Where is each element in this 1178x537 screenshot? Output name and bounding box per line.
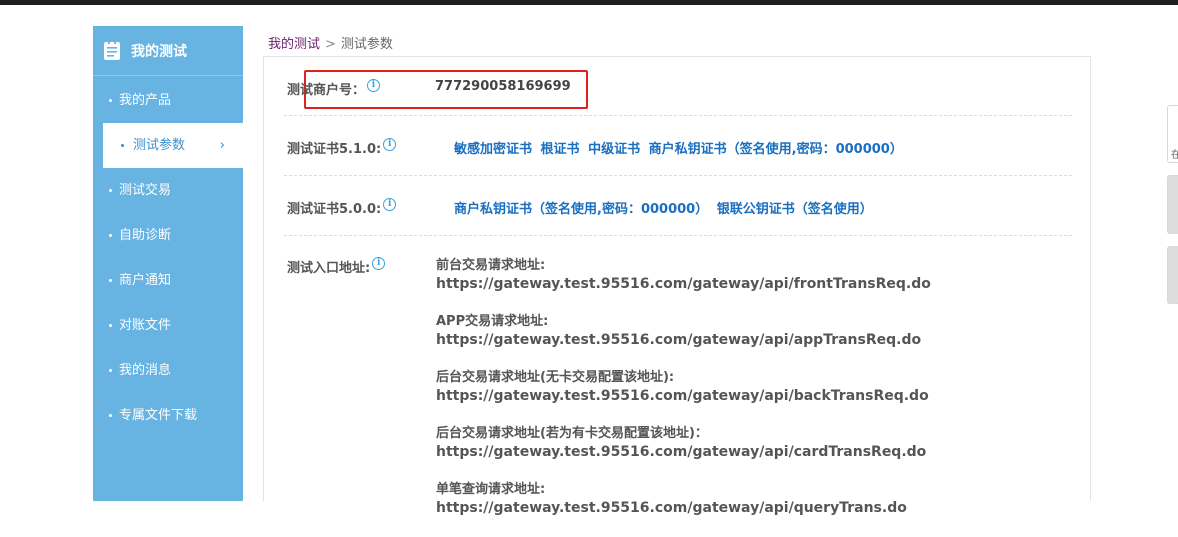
entry-label-wrap: 测试入口地址: i [287,257,386,276]
cert500-links: 商户私钥证书（签名使用,密码：000000） 银联公钥证书（签名使用） [454,198,877,217]
unionpay-public-key-cert-link[interactable]: 银联公钥证书（签名使用） [717,202,873,217]
document-icon [103,40,121,61]
divider [284,235,1072,236]
widget-label: 在 [1171,150,1178,161]
sidebar-title: 我的测试 [131,43,187,60]
sidebar-header[interactable]: 我的测试 [93,26,243,76]
sidebar-item-label: 自助诊断 [119,228,172,243]
url-title: 单笔查询请求地址: [436,482,546,497]
sidebar-item-test-params[interactable]: 测试参数 › [103,123,243,168]
url-address: https://gateway.test.95516.com/gateway/a… [436,444,927,460]
params-panel: 测试商户号： i 777290058169699 测试证书5.1.0: i 敏感加密… [263,56,1091,516]
sidebar-item-test-transaction[interactable]: 测试交易 [93,168,243,213]
sidebar-item-label: 我的消息 [119,363,172,378]
cert510-links: 敏感加密证书 根证书 中级证书 商户私钥证书（签名使用,密码：000000） [454,138,907,157]
url-item: 后台交易请求地址(若为有卡交易配置该地址)： https://gateway.t… [436,425,1056,462]
sidebar-item-label: 专属文件下载 [119,408,198,423]
divider [284,175,1072,176]
floating-widget[interactable] [1167,246,1178,304]
bullet-icon [109,279,112,282]
url-item: APP交易请求地址: https://gateway.test.95516.co… [436,313,1056,350]
url-item: 单笔查询请求地址: https://gateway.test.95516.com… [436,481,1056,518]
url-address: https://gateway.test.95516.com/gateway/a… [436,500,907,516]
bullet-icon [109,189,112,192]
info-icon[interactable]: i [372,257,386,270]
merchant-label-wrap: 测试商户号： i [287,79,381,98]
sidebar-item-merchant-notice[interactable]: 商户通知 [93,258,243,303]
bullet-icon [121,144,124,147]
sidebar: 我的测试 我的产品 测试参数 › 测试交易 自助诊断 商户通知 对账文件 我的消息… [93,26,243,501]
merchant-private-key-cert-link[interactable]: 商户私钥证书（签名使用,密码：000000） [454,202,708,217]
merchant-private-key-cert-link[interactable]: 商户私钥证书（签名使用,密码：000000） [649,142,903,157]
url-title: 后台交易请求地址(无卡交易配置该地址): [436,370,675,385]
intermediate-cert-link[interactable]: 中级证书 [588,142,640,157]
root-cert-link[interactable]: 根证书 [541,142,580,157]
url-address: https://gateway.test.95516.com/gateway/a… [436,332,922,348]
sidebar-item-label: 测试交易 [119,183,172,198]
url-title: 后台交易请求地址(若为有卡交易配置该地址)： [436,426,708,441]
info-icon[interactable]: i [383,198,397,211]
sidebar-item-my-messages[interactable]: 我的消息 [93,348,243,393]
sidebar-item-reconciliation-files[interactable]: 对账文件 [93,303,243,348]
url-title: 前台交易请求地址: [436,258,546,273]
entry-url-list: 前台交易请求地址: https://gateway.test.95516.com… [436,257,1056,537]
sidebar-item-label: 测试参数 [133,138,186,153]
sidebar-item-label: 商户通知 [119,273,172,288]
sidebar-item-my-products[interactable]: 我的产品 [93,78,243,123]
sensitive-encrypt-cert-link[interactable]: 敏感加密证书 [454,142,532,157]
bullet-icon [109,369,112,372]
bullet-icon [109,414,112,417]
entry-label: 测试入口地址: [287,261,371,276]
sidebar-item-self-diagnosis[interactable]: 自助诊断 [93,213,243,258]
sidebar-item-label: 对账文件 [119,318,172,333]
bullet-icon [109,234,112,237]
info-icon[interactable]: i [383,138,397,151]
url-address: https://gateway.test.95516.com/gateway/a… [436,388,929,404]
sidebar-item-exclusive-downloads[interactable]: 专属文件下载 [93,393,243,438]
cert510-label: 测试证书5.1.0: [287,142,382,157]
top-bar [0,0,1178,5]
merchant-number: 777290058169699 [435,79,571,94]
url-title: APP交易请求地址: [436,314,549,329]
breadcrumb-current: 测试参数 [340,37,393,52]
sidebar-item-label: 我的产品 [119,93,172,108]
floating-widget[interactable]: 在 [1167,105,1178,163]
bullet-icon [109,324,112,327]
divider [284,115,1072,116]
breadcrumb: 我的测试 > 测试参数 [268,33,393,52]
info-icon[interactable]: i [367,79,381,92]
breadcrumb-separator: > [325,37,336,52]
cert510-label-wrap: 测试证书5.1.0: i [287,138,397,157]
merchant-label: 测试商户号： [287,83,366,98]
url-item: 前台交易请求地址: https://gateway.test.95516.com… [436,257,1056,294]
cert500-label: 测试证书5.0.0: [287,202,382,217]
bullet-icon [109,99,112,102]
url-item: 后台交易请求地址(无卡交易配置该地址): https://gateway.tes… [436,369,1056,406]
url-address: https://gateway.test.95516.com/gateway/a… [436,276,931,292]
sidebar-menu: 我的产品 测试参数 › 测试交易 自助诊断 商户通知 对账文件 我的消息 专属文件… [93,78,243,438]
floating-widget[interactable] [1167,175,1178,234]
cert500-label-wrap: 测试证书5.0.0: i [287,198,397,217]
breadcrumb-link[interactable]: 我的测试 [268,37,320,52]
chevron-right-icon: › [219,138,225,153]
